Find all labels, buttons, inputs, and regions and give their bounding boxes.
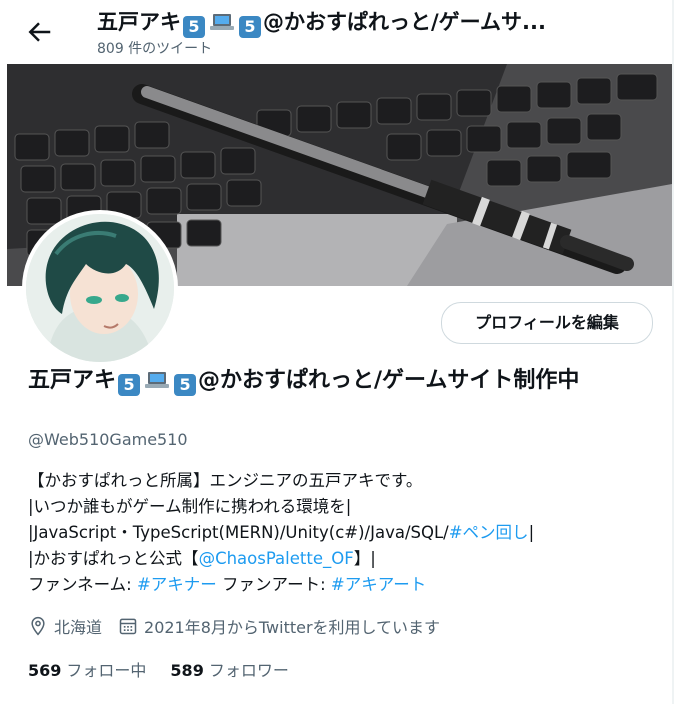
follow-stats: 569 フォロー中 589 フォロワー [28, 657, 313, 681]
edit-profile-button[interactable]: プロフィールを編集 [441, 302, 653, 344]
bio-line: ファンネーム: #アキナー ファンアート: #アキアート [28, 575, 427, 594]
profile-page: 五戸アキ 5 5 @かおすぱれっと/ゲームサ... 809 件のツイート プロフ… [0, 0, 674, 704]
mention-link[interactable]: @ChaosPalette_OF [199, 549, 354, 568]
hashtag-link[interactable]: #ペン回し [449, 523, 529, 542]
calendar-icon [119, 618, 137, 635]
bio-line: |いつか誰もがゲーム制作に携われる環境を| [28, 497, 352, 516]
back-arrow-icon[interactable] [24, 17, 54, 47]
hashtag-link[interactable]: #アキアート [331, 575, 426, 594]
joined-item: 2021年8月からTwitterを利用しています [118, 614, 440, 638]
laptop-icon [145, 372, 170, 388]
following-link[interactable]: 569 フォロー中 [28, 657, 146, 681]
profile-avatar[interactable] [22, 210, 178, 366]
tweet-count: 809 件のツイート [97, 41, 213, 57]
profile-bio: 【かおすぱれっと所属】エンジニアの五戸アキです。 |いつか誰もがゲーム制作に携わ… [28, 468, 658, 598]
profile-display-name: 五戸アキ 5 5 @かおすぱれっと/ゲームサイト制作中 [28, 368, 580, 396]
joined-text: 2021年8月からTwitterを利用しています [144, 618, 441, 637]
location-item: 北海道 [28, 614, 102, 638]
followers-link[interactable]: 589 フォロワー [170, 657, 288, 681]
header-display-name: 五戸アキ 5 5 @かおすぱれっと/ゲームサ... [97, 10, 546, 38]
followers-label: フォロワー [208, 661, 289, 680]
profile-handle: @Web510Game510 [28, 430, 188, 449]
location-pin-icon [31, 616, 45, 636]
profile-meta: 北海道 2021年8月からTwitterを利用しています [28, 614, 456, 638]
bio-line: 【かおすぱれっと所属】エンジニアの五戸アキです。 [28, 471, 423, 490]
avatar-image [26, 214, 174, 362]
bio-line: |かおすぱれっと公式【@ChaosPalette_OF】| [28, 549, 376, 568]
followers-count: 589 [170, 661, 204, 680]
keycap-five-icon: 5 [183, 16, 205, 38]
location-text: 北海道 [54, 618, 103, 637]
bio-line: |JavaScript・TypeScript(MERN)/Unity(c#)/J… [28, 523, 535, 542]
hashtag-link[interactable]: #アキナー [137, 575, 217, 594]
keycap-five-icon: 5 [174, 374, 197, 396]
following-count: 569 [28, 661, 62, 680]
following-label: フォロー中 [66, 661, 147, 680]
profile-header: 五戸アキ 5 5 @かおすぱれっと/ゲームサ... 809 件のツイート [0, 0, 672, 64]
avatar-illustration [26, 214, 174, 362]
laptop-icon [210, 14, 234, 30]
keycap-five-icon: 5 [118, 374, 141, 396]
keycap-five-icon: 5 [239, 16, 261, 38]
